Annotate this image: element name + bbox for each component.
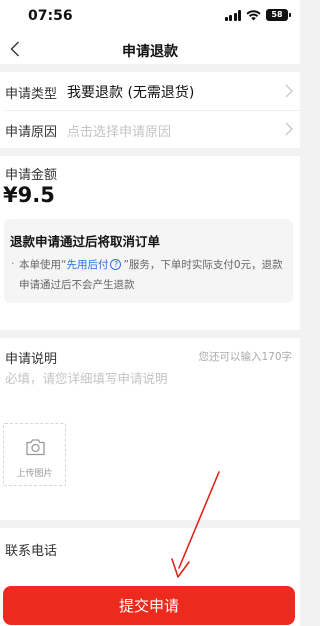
- page-title: 申请退款: [122, 44, 178, 60]
- status-bar: 07:56 58: [0, 0, 300, 34]
- cancel-order-notice: 退款申请通过后将取消订单 · 本单使用“先用后付? ”服务，下单时实际支付0元，退…: [4, 219, 293, 303]
- refund-type-card: 申请类型 我要退款 (无需退货) 申请原因 点击选择申请原因: [0, 72, 300, 148]
- contact-phone-label: 联系电话: [5, 544, 58, 559]
- camera-icon: [26, 439, 45, 456]
- refund-amount-card: 申请金额 ¥9.5 退款申请通过后将取消订单 · 本单使用“先用后付? ”服务，下…: [0, 156, 300, 330]
- wifi-icon: [246, 9, 261, 20]
- notice-title: 退款申请通过后将取消订单: [10, 234, 161, 249]
- refund-reason-label: 申请原因: [5, 125, 58, 140]
- refund-reason-row[interactable]: 申请原因 点击选择申请原因: [0, 110, 300, 148]
- signal-icon: [224, 9, 241, 21]
- chevron-right-icon: [285, 84, 293, 98]
- upload-image-label: 上传图片: [16, 469, 53, 479]
- help-icon[interactable]: ?: [110, 259, 122, 270]
- notice-text-before: 本单使用“: [19, 259, 67, 271]
- refund-type-label: 申请类型: [5, 87, 58, 102]
- pay-later-link[interactable]: 先用后付: [66, 259, 108, 271]
- notice-bullet: ·: [11, 257, 15, 270]
- refund-type-row[interactable]: 申请类型 我要退款 (无需退货): [0, 72, 300, 110]
- description-card: 申请说明 您还可以输入170字 上传图片: [0, 338, 300, 520]
- battery-icon: 58: [266, 9, 291, 21]
- status-icons: 58: [224, 9, 291, 21]
- refund-reason-placeholder: 点击选择申请原因: [67, 125, 172, 140]
- contact-card: 联系电话: [0, 528, 300, 572]
- description-counter: 您还可以输入170字: [198, 351, 292, 363]
- refund-type-value: 我要退款 (无需退货): [67, 85, 195, 101]
- notice-body: 本单使用“先用后付? ”服务，下单时实际支付0元，退款申请通过后不会产生退款: [19, 255, 289, 295]
- bottom-bar: 提交申请: [0, 572, 300, 626]
- description-label: 申请说明: [5, 352, 58, 367]
- refund-amount-label: 申请金额: [5, 168, 58, 183]
- status-time: 07:56: [28, 8, 73, 24]
- submit-button[interactable]: 提交申请: [3, 586, 295, 625]
- refund-amount-value: ¥9.5: [3, 183, 55, 207]
- nav-bar: 申请退款: [0, 34, 300, 64]
- description-input[interactable]: [5, 368, 290, 428]
- upload-image-button[interactable]: 上传图片: [3, 423, 66, 486]
- chevron-right-icon: [285, 122, 293, 136]
